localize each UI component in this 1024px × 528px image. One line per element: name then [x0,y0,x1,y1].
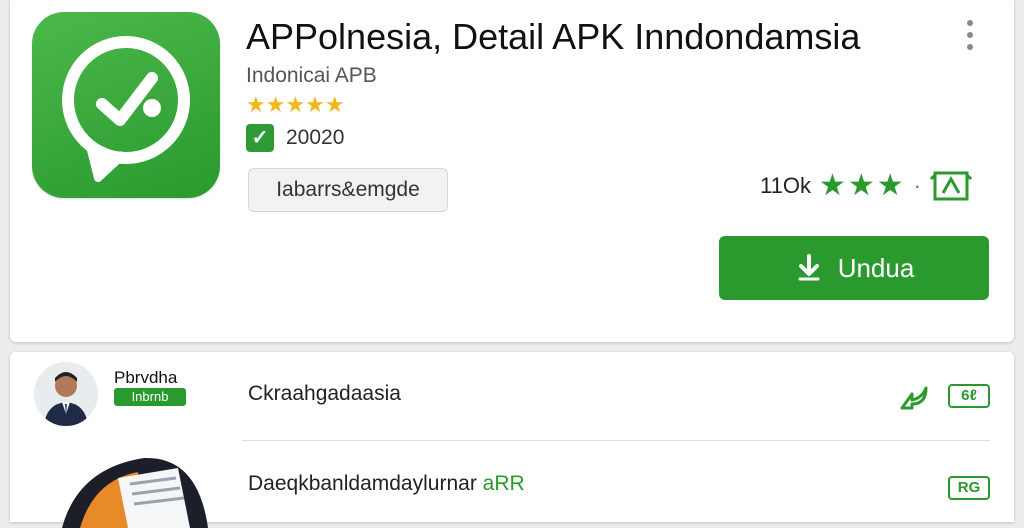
rating-stars: ★★★ [818,169,906,202]
second-row-text[interactable]: Daeqkbanldamdaylurnar aRR [248,472,525,496]
developer-badge: Inbrnb [114,388,186,406]
app-title: APPolnesia, Detail APK Inndondamsia [246,16,861,57]
rating-separator: · [913,172,921,198]
rating-count: 11Ok [760,172,811,198]
share-icon[interactable] [898,382,930,412]
award-icon [929,171,973,200]
chat-check-icon [62,36,190,182]
row-divider [242,440,990,441]
info-card: Pbrvdha Inbrnb Ckraahgadaasia 6ℓ Daeqkba… [10,352,1014,528]
second-row-highlight: aRR [482,472,525,495]
star-rating: ★★★★★ [246,92,345,117]
verified-row: ✓ 20020 [246,124,344,152]
app-icon [32,12,220,198]
download-label: Undua [837,252,915,283]
verified-check-icon: ✓ [246,124,274,152]
second-row-label: Daeqkbanldamdaylurnar [248,472,477,495]
download-button[interactable]: Undua [719,236,989,300]
developer-avatar[interactable] [34,362,98,426]
download-icon [798,254,820,281]
second-row-mini-badge[interactable]: RG [948,476,990,500]
developer-row-text[interactable]: Ckraahgadaasia [248,382,401,406]
developer-mini-badge[interactable]: 6ℓ [948,384,990,408]
more-options-icon[interactable] [960,20,980,56]
verified-count: 20020 [286,126,345,149]
person-icon [34,362,98,426]
rating-summary: 11Ok ★★★ · [760,168,973,203]
developer-name: Pbrvdha [114,368,178,387]
category-chip[interactable]: Iabarrs&emgde [248,168,448,212]
app-detail-card: APPolnesia, Detail APK Inndondamsia Indo… [10,0,1014,342]
screenshot-thumbnail[interactable] [58,448,210,528]
app-subtitle: Indonicai APB [246,64,377,87]
